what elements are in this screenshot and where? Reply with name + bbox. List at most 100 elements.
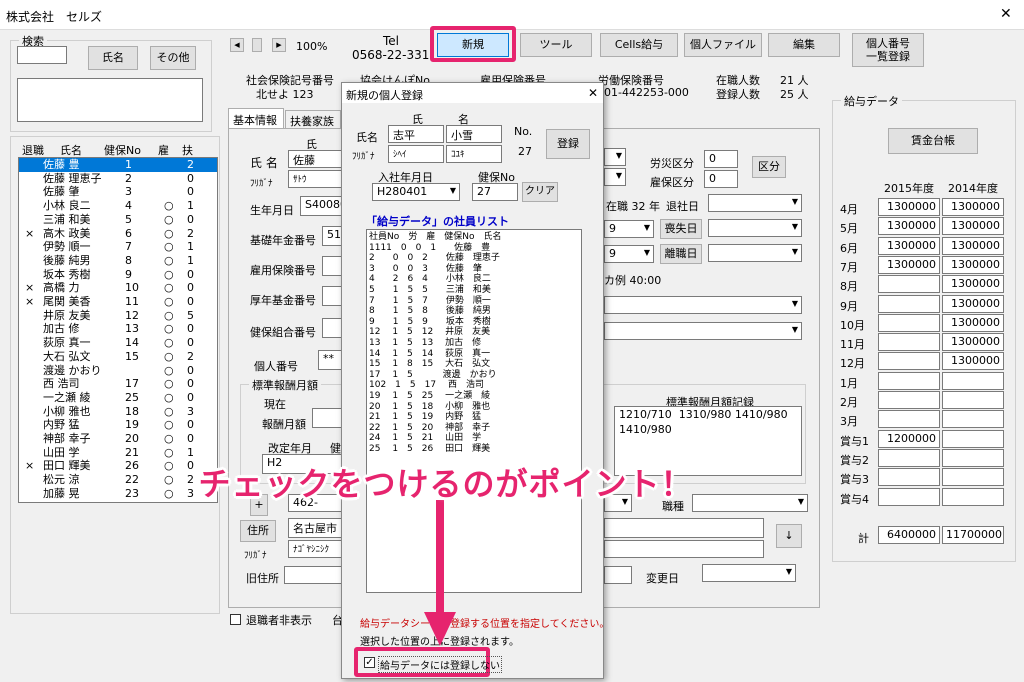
salary-cell-2014[interactable] (942, 391, 1004, 409)
next-button[interactable]: ▶ (272, 38, 286, 52)
furigana-field[interactable]: ｻﾄｳ (288, 170, 344, 188)
sou-select[interactable]: 9 (604, 220, 654, 238)
salary-cell-2014[interactable]: 1300000 (942, 313, 1004, 332)
staff-row[interactable]: × 尾関 美香 11 ○ 0 (19, 295, 217, 309)
rishoku-button[interactable]: 離職日 (660, 244, 702, 264)
taishokubi-select[interactable] (708, 194, 802, 212)
wide-select-1[interactable] (604, 296, 802, 314)
dlg-list-item[interactable]: 25 1 5 26 田口 輝美 (369, 444, 579, 455)
dlg-list-item[interactable]: 22 1 5 20 神部 幸子 (369, 423, 579, 434)
dlg-list-item[interactable]: 13 1 5 13 加古 修 (369, 338, 579, 349)
shimei-field[interactable]: 佐藤 (288, 150, 344, 168)
staff-row[interactable]: 小柳 雅也 18 ○ 3 (19, 405, 217, 419)
staff-row[interactable]: 神部 幸子 20 ○ 0 (19, 432, 217, 446)
dlg-no-register-checkbox[interactable]: ✓ (364, 657, 375, 668)
mynumber-list-button[interactable]: 個人番号 一覧登録 (852, 33, 924, 67)
staff-row[interactable]: × 高木 政美 6 ○ 2 (19, 227, 217, 241)
new-button[interactable]: 新規 (437, 33, 509, 57)
other-search-button[interactable]: その他 (150, 46, 196, 70)
dlg-kenpo-field[interactable]: 27 (472, 183, 518, 201)
dlg-list-item[interactable]: 12 1 5 12 井原 友美 (369, 327, 579, 338)
rosai-field[interactable]: 0 (704, 150, 738, 168)
salary-cell-2014[interactable] (942, 448, 1004, 467)
koyo-kubun-field[interactable]: 0 (704, 170, 738, 188)
dlg-list-item[interactable]: 17 1 5 渡邊 かおり (369, 370, 579, 381)
dlg-list-item[interactable]: 5 1 5 5 三浦 和美 (369, 285, 579, 296)
salary-cell-2015[interactable]: 1300000 (878, 236, 940, 255)
dialog-close-icon[interactable]: ✕ (588, 86, 598, 100)
dlg-list-item[interactable]: 8 1 5 8 後藤 純男 (369, 306, 579, 317)
salary-cell-2015[interactable] (878, 410, 940, 429)
staff-row[interactable]: 坂本 秀樹 9 ○ 0 (19, 268, 217, 282)
dlg-mei-furi-field[interactable]: ｺﾕｷ (446, 145, 502, 163)
down-arrow-button[interactable]: ↓ (776, 524, 802, 548)
staff-row[interactable]: 佐藤 肇 3 0 (19, 185, 217, 199)
staff-row[interactable]: 井原 友美 12 ○ 5 (19, 309, 217, 323)
staff-row[interactable]: 伊勢 順一 7 ○ 1 (19, 240, 217, 254)
hoshu-getsugaku-field[interactable] (312, 408, 344, 428)
upper-select[interactable] (604, 148, 626, 166)
staff-row[interactable]: 後藤 純男 8 ○ 1 (19, 254, 217, 268)
shokushu-select[interactable] (692, 494, 808, 512)
slider-thumb[interactable] (252, 38, 262, 52)
dlg-sei-furi-field[interactable]: ｼﾍｲ (388, 145, 444, 163)
salary-cell-2015[interactable] (878, 352, 940, 371)
jusho-field-ext[interactable] (604, 518, 764, 538)
dlg-employee-list[interactable]: 社員No 労 雇 健保No 氏名 1111 0 0 1 佐藤 豊2 0 0 2 佐… (366, 229, 582, 593)
dlg-list-item[interactable]: 20 1 5 18 小柳 雅也 (369, 402, 579, 413)
staff-row[interactable]: 渡邊 かおり ○ 0 (19, 364, 217, 378)
salary-cell-2015[interactable]: 1300000 (878, 217, 940, 236)
dlg-list-item[interactable]: 19 1 5 25 一之瀬 綾 (369, 391, 579, 402)
dlg-list-item[interactable]: 14 1 5 14 荻原 真一 (369, 349, 579, 360)
dlg-list-item[interactable]: 7 1 5 7 伊勢 順一 (369, 296, 579, 307)
salary-cell-2015[interactable] (878, 313, 940, 332)
ledger-button[interactable]: 賃金台帳 (888, 128, 978, 154)
salary-cell-2015[interactable] (878, 371, 940, 390)
tab-family[interactable]: 扶養家族 (285, 110, 341, 128)
salary-cell-2014[interactable] (942, 487, 1004, 506)
dlg-list-item[interactable]: 15 1 8 15 大石 弘文 (369, 359, 579, 370)
dlg-list-item[interactable]: 4 2 6 4 小林 良二 (369, 274, 579, 285)
staff-row[interactable]: 佐藤 豊 1 2 (19, 158, 217, 172)
salary-cell-2014[interactable] (942, 429, 1004, 448)
wide-select-2[interactable] (604, 322, 802, 340)
salary-cell-2014[interactable]: 1300000 (942, 333, 1004, 352)
salary-cell-2015[interactable]: 1300000 (878, 198, 940, 216)
staff-row[interactable]: 荻原 真一 14 ○ 0 (19, 336, 217, 350)
seinengappi-field[interactable]: S40080 (300, 196, 344, 216)
staff-list[interactable]: 佐藤 豊 1 2 佐藤 理恵子 2 0 佐藤 肇 3 0 小林 良二 4 ○ 1 三浦 和美 5 ○ 0 × 高木 … (18, 157, 218, 503)
salary-cell-2014[interactable]: 1300000 (942, 198, 1004, 216)
staff-row[interactable]: 加古 修 13 ○ 0 (19, 322, 217, 336)
jusho-furigana-ext[interactable] (604, 540, 764, 558)
salary-cell-2015[interactable] (878, 333, 940, 352)
rishoku-select[interactable] (708, 244, 802, 262)
salary-cell-2014[interactable]: 1300000 (942, 275, 1004, 294)
salary-cell-2015[interactable] (878, 448, 940, 467)
salary-cell-2015[interactable] (878, 391, 940, 409)
salary-cell-2014[interactable] (942, 468, 1004, 487)
jusho-field[interactable]: 名古屋市 (288, 518, 344, 538)
tab-basic[interactable]: 基本情報 (228, 108, 284, 128)
dlg-list-item[interactable]: 9 1 5 9 坂本 秀樹 (369, 317, 579, 328)
staff-row[interactable]: 一之瀬 綾 25 ○ 0 (19, 391, 217, 405)
staff-row[interactable]: 内野 猛 19 ○ 0 (19, 418, 217, 432)
hide-retired-checkbox[interactable] (230, 614, 241, 625)
salary-cell-2014[interactable] (942, 410, 1004, 429)
staff-row[interactable]: × 高橋 力 10 ○ 0 (19, 281, 217, 295)
jusho-button[interactable]: 住所 (240, 520, 276, 542)
salary-cell-2014[interactable]: 1300000 (942, 217, 1004, 236)
staff-row[interactable]: 西 浩司 17 ○ 0 (19, 377, 217, 391)
salary-cell-2015[interactable] (878, 468, 940, 487)
dlg-mei-field[interactable]: 小雪 (446, 125, 502, 143)
search-input[interactable] (17, 46, 67, 64)
rishoku-sou-select[interactable]: 9 (604, 245, 654, 263)
search-result-box[interactable] (17, 78, 203, 122)
kyu-jusho-field[interactable] (284, 566, 344, 584)
salary-cell-2014[interactable] (942, 371, 1004, 390)
prev-button[interactable]: ◀ (230, 38, 244, 52)
salary-cell-2015[interactable]: 1200000 (878, 429, 940, 448)
dlg-list-item[interactable]: 21 1 5 19 内野 猛 (369, 412, 579, 423)
salary-cell-2015[interactable] (878, 487, 940, 506)
salary-cell-2015[interactable] (878, 275, 940, 294)
dlg-nyusha-select[interactable]: H280401 (372, 183, 460, 201)
